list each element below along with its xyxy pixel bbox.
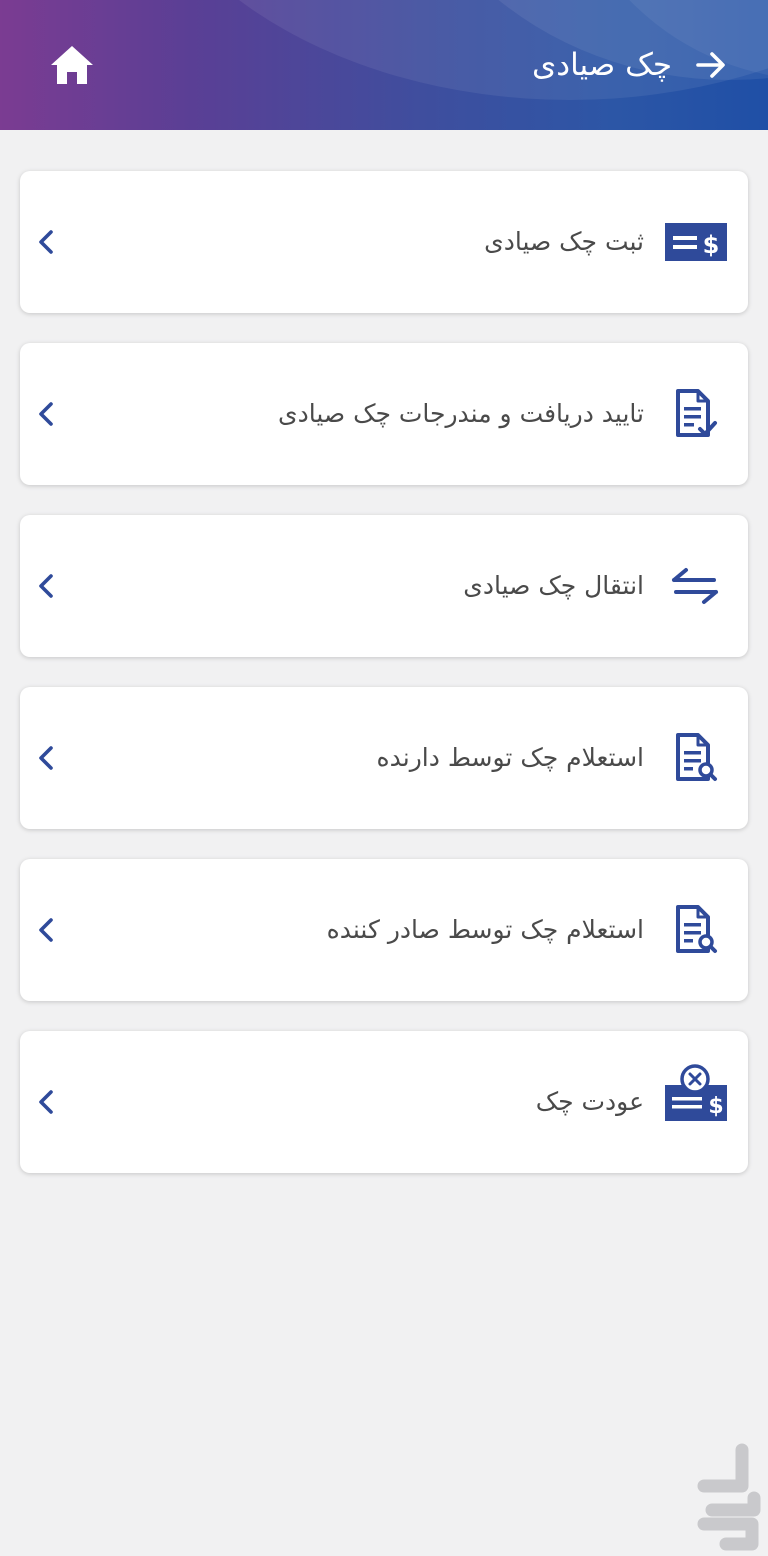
check-dollar-icon: $ xyxy=(664,215,728,269)
document-search-icon xyxy=(664,731,728,785)
svg-text:$: $ xyxy=(703,231,720,259)
menu-item-label: عودت چک xyxy=(535,1087,644,1116)
document-check-icon xyxy=(664,387,728,441)
chevron-left-icon xyxy=(34,743,58,773)
chevron-left-icon xyxy=(34,915,58,945)
menu-item-label: ثبت چک صیادی xyxy=(484,227,644,256)
arrow-right-icon xyxy=(696,52,725,78)
page-title: چک صیادی xyxy=(532,47,672,83)
home-button[interactable] xyxy=(48,42,96,90)
menu-item-label: انتقال چک صیادی xyxy=(463,571,644,600)
menu-item-label: تایید دریافت و مندرجات چک صیادی xyxy=(278,399,644,428)
menu-item-label: استعلام چک توسط دارنده xyxy=(376,743,644,772)
menu-item-inquiry-issuer[interactable]: استعلام چک توسط صادر کننده xyxy=(20,859,748,1001)
svg-text:$: $ xyxy=(708,1094,723,1119)
menu-item-inquiry-holder[interactable]: استعلام چک توسط دارنده xyxy=(20,687,748,829)
chevron-left-icon xyxy=(34,399,58,429)
chevron-left-icon xyxy=(34,571,58,601)
menu-item-register-check[interactable]: $ ثبت چک صیادی xyxy=(20,171,748,313)
menu-item-transfer-check[interactable]: انتقال چک صیادی xyxy=(20,515,748,657)
home-icon xyxy=(51,46,93,84)
app-header: چک صیادی xyxy=(0,0,768,130)
transfer-arrows-icon xyxy=(664,559,728,613)
check-return-icon: $ xyxy=(664,1061,728,1129)
back-button[interactable] xyxy=(694,48,728,82)
menu-item-return-check[interactable]: $ عودت چک xyxy=(20,1031,748,1173)
menu-item-label: استعلام چک توسط صادر کننده xyxy=(326,915,644,944)
chevron-left-icon xyxy=(34,227,58,257)
menu-item-confirm-check[interactable]: تایید دریافت و مندرجات چک صیادی xyxy=(20,343,748,485)
bazaar-logo-icon xyxy=(692,1440,764,1552)
menu-list: $ ثبت چک صیادی تایید دریافت و مندرجات چک… xyxy=(20,171,748,1203)
chevron-left-icon xyxy=(34,1087,58,1117)
document-search-icon xyxy=(664,903,728,957)
